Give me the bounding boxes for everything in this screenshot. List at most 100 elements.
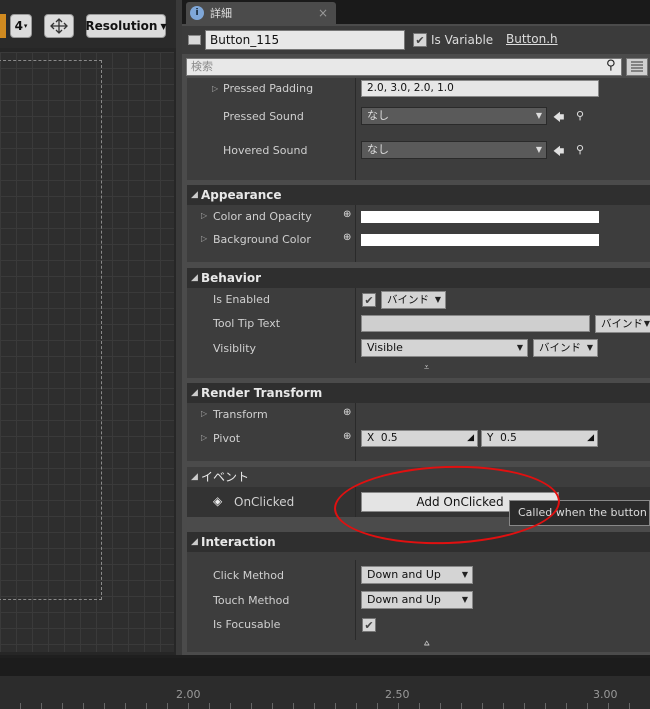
tooltip-text-label: Tool Tip Text	[213, 317, 281, 330]
render-transform-title: Render Transform	[201, 386, 323, 400]
behavior-header[interactable]: ◢ Behavior	[187, 268, 650, 288]
ruler-tick	[272, 703, 273, 709]
bind-icon[interactable]: ⊕	[343, 209, 351, 220]
ruler-tick	[356, 703, 357, 709]
resolution-label: Resolution	[85, 19, 158, 33]
is-focusable-checkbox[interactable]: ✔	[362, 618, 376, 632]
close-icon[interactable]: ×	[318, 6, 328, 20]
grid-size-button[interactable]: 4 ▾	[10, 14, 32, 38]
collapse-arrow-icon: ◢	[191, 273, 198, 283]
expand-arrow-icon[interactable]: ▷	[201, 409, 207, 418]
expand-arrow-icon[interactable]: ▷	[201, 234, 207, 243]
pivot-x-field[interactable]: X 0.5 ◢	[361, 430, 478, 447]
pressed-padding-field[interactable]: 2.0, 3.0, 2.0, 1.0	[361, 80, 599, 97]
chevron-down-icon: ▼	[643, 319, 650, 328]
is-variable-checkbox[interactable]: ✔	[413, 33, 427, 47]
browse-search-icon[interactable]: ⚲	[576, 109, 584, 122]
ruler-tick	[146, 703, 147, 709]
click-method-combo[interactable]: Down and Up ▼	[361, 566, 473, 584]
grid-size-value: 4	[14, 19, 23, 33]
ruler-tick	[125, 703, 126, 709]
click-method-label: Click Method	[213, 569, 284, 582]
bind-icon[interactable]: ⊕	[343, 431, 351, 442]
ruler-tick	[566, 703, 567, 709]
ruler-tick	[314, 703, 315, 709]
visibility-combo[interactable]: Visible ▼	[361, 339, 528, 357]
timeline-label: 2.00	[176, 688, 201, 701]
chevron-down-icon: ▼	[461, 570, 468, 579]
ruler-tick	[62, 703, 63, 709]
ruler-tick	[587, 703, 588, 709]
expand-arrow-icon[interactable]: ▷	[201, 211, 207, 220]
ruler-tick	[209, 703, 210, 709]
collapse-arrow-icon: ◢	[191, 190, 198, 200]
resolution-button[interactable]: Resolution ▼	[85, 14, 167, 38]
use-selected-arrow-icon[interactable]: 🡄	[553, 109, 564, 128]
bind-icon[interactable]: ⊕	[343, 407, 351, 418]
advanced-expand-icon[interactable]: ⩡	[424, 363, 429, 373]
ruler-tick	[398, 703, 399, 709]
hovered-sound-label: Hovered Sound	[223, 144, 308, 157]
use-selected-arrow-icon[interactable]: 🡄	[553, 143, 564, 162]
ruler-tick	[461, 703, 462, 709]
touch-method-label: Touch Method	[213, 594, 290, 607]
ruler-tick	[629, 703, 630, 709]
widget-name-input[interactable]: Button_115	[205, 30, 405, 50]
browse-search-icon[interactable]: ⚲	[576, 143, 584, 156]
ruler-tick	[104, 703, 105, 709]
ruler-tick	[335, 703, 336, 709]
search-input[interactable]: 検索	[186, 58, 622, 76]
touch-method-value: Down and Up	[367, 593, 441, 606]
bind-icon[interactable]: ⊕	[343, 232, 351, 243]
color-opacity-swatch[interactable]	[361, 211, 599, 223]
tooltip-bind-button[interactable]: バインド ▼	[595, 315, 650, 333]
header-link[interactable]: Button.h	[506, 32, 558, 46]
details-icon: i	[190, 6, 204, 20]
expand-arrow-icon[interactable]: ▷	[212, 84, 218, 93]
ruler-tick	[482, 703, 483, 709]
appearance-header[interactable]: ◢ Appearance	[187, 185, 650, 205]
pressed-sound-value: なし	[367, 109, 389, 122]
pressed-sound-label: Pressed Sound	[223, 110, 304, 123]
background-color-swatch[interactable]	[361, 234, 599, 246]
widget-icon	[188, 35, 201, 45]
is-enabled-bind-button[interactable]: バインド ▼	[381, 291, 446, 309]
ruler-tick	[188, 703, 189, 709]
collapse-arrow-icon: ◢	[191, 388, 198, 398]
ruler-tick	[503, 703, 504, 709]
pivot-x-value: 0.5	[380, 432, 398, 444]
pressed-sound-combo[interactable]: なし ▼	[361, 107, 547, 125]
pivot-y-field[interactable]: Y 0.5 ◢	[481, 430, 598, 447]
search-icon[interactable]: ⚲	[606, 58, 616, 73]
tab-details[interactable]: i 詳細 ×	[186, 2, 336, 24]
chevron-down-icon: ▼	[516, 343, 523, 352]
visibility-bind-button[interactable]: バインド ▼	[533, 339, 598, 357]
canvas-bounds	[0, 60, 102, 600]
ruler-tick	[524, 703, 525, 709]
visibility-value: Visible	[367, 341, 403, 354]
appearance-title: Appearance	[201, 188, 282, 202]
timeline-label: 2.50	[385, 688, 410, 701]
pivot-x-axis-label: X	[367, 432, 375, 444]
hovered-sound-combo[interactable]: なし ▼	[361, 141, 547, 159]
tooltip-text-field[interactable]	[361, 315, 590, 332]
ruler-tick	[41, 703, 42, 709]
ruler-tick	[167, 703, 168, 709]
ruler-tick	[293, 703, 294, 709]
timeline-strip	[0, 658, 650, 676]
expand-arrow-icon[interactable]: ▷	[201, 433, 207, 442]
chevron-down-icon: ▼	[434, 295, 441, 304]
pressed-padding-label: Pressed Padding	[223, 82, 314, 95]
fit-view-button[interactable]	[44, 14, 74, 38]
interaction-title: Interaction	[201, 535, 276, 549]
is-enabled-checkbox[interactable]: ✔	[362, 293, 376, 307]
background-color-label: Background Color	[213, 233, 311, 246]
ruler-tick	[377, 703, 378, 709]
advanced-collapse-icon[interactable]: ⩠	[424, 639, 429, 649]
render-transform-header[interactable]: ◢ Render Transform	[187, 383, 650, 403]
resize-handle-icon: ◢	[587, 433, 594, 443]
is-focusable-label: Is Focusable	[213, 618, 281, 631]
color-opacity-label: Color and Opacity	[213, 210, 312, 223]
touch-method-combo[interactable]: Down and Up ▼	[361, 591, 473, 609]
view-options-icon[interactable]	[626, 58, 648, 76]
